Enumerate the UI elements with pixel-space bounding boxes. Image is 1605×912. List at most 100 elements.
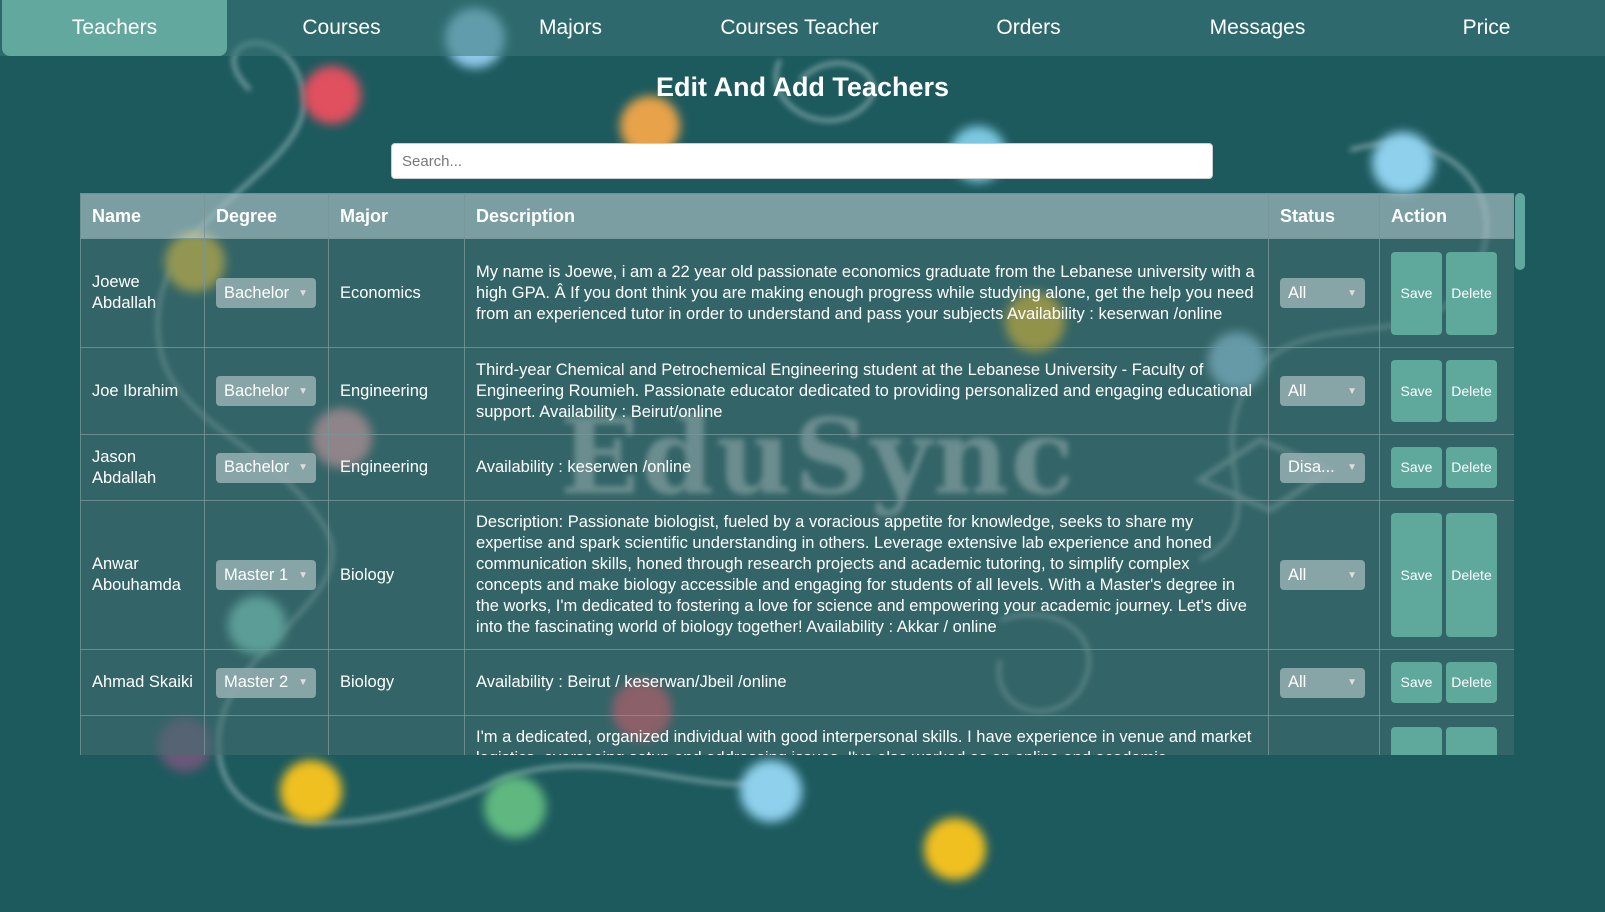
tab-courses[interactable]: Courses [227,0,456,56]
header-degree[interactable]: Degree [204,193,329,239]
save-button[interactable]: Save [1391,447,1442,488]
chevron-down-icon: ▼ [298,385,308,397]
chevron-down-icon: ▼ [298,569,308,581]
cell-name [80,715,205,755]
save-button[interactable] [1391,727,1442,755]
row-actions: Save Delete [1391,662,1503,703]
chevron-down-icon: ▼ [298,287,308,299]
row-actions: Save Delete [1391,251,1503,335]
cell-major: Biology [328,500,465,650]
cell-action: Save Delete [1379,238,1514,348]
status-value: All [1288,565,1307,584]
cell-name: Joewe Abdallah [80,238,205,348]
table-row: Jason Abdallah Bachelor ▼ Engineering Ava… [80,434,1514,501]
page-title: Edit And Add Teachers [655,72,950,102]
cell-description: Third-year Chemical and Petrochemical En… [464,347,1269,435]
tab-messages[interactable]: Messages [1143,0,1372,56]
cell-description: Availability : keserwen /online [464,434,1269,501]
delete-button[interactable]: Delete [1446,513,1497,637]
delete-button[interactable]: Delete [1446,662,1497,703]
tab-orders[interactable]: Orders [914,0,1143,56]
chevron-down-icon: ▼ [298,677,308,688]
save-button[interactable]: Save [1391,251,1442,335]
degree-select[interactable]: Bachelor ▼ [216,278,316,308]
delete-button[interactable]: Delete [1446,251,1497,335]
teachers-table-container: Name Degree Major Description Status Act… [80,193,1514,755]
header-name[interactable]: Name [80,193,205,239]
cell-major: Economics [328,238,465,348]
status-value: All [1288,283,1307,302]
delete-button[interactable]: Delete [1446,447,1497,488]
table-row: Anwar Abouhamda Master 1 ▼ Biology Descri… [80,500,1514,650]
delete-button[interactable] [1446,727,1497,755]
cell-action: Save Delete [1379,500,1514,650]
cell-status: All ▼ [1268,500,1380,650]
header-action: Action [1379,193,1514,239]
header-status[interactable]: Status [1268,193,1380,239]
save-button[interactable]: Save [1391,360,1442,422]
cell-description: My name is Joewe, i am a 22 year old pas… [464,238,1269,348]
cell-description: I'm a dedicated, organized individual wi… [464,715,1269,755]
table-scrollbar[interactable] [1515,193,1525,270]
cell-description: Description: Passionate biologist, fuele… [464,500,1269,650]
save-button[interactable]: Save [1391,662,1442,703]
table-row: Ahmad Skaiki Master 2 ▼ Biology Availabil… [80,649,1514,716]
cell-status: All ▼ [1268,238,1380,348]
tab-courses-teacher[interactable]: Courses Teacher [685,0,914,56]
search-input[interactable] [391,143,1213,179]
status-select[interactable]: All ▼ [1280,278,1365,308]
bg-bubble-lightblue [1372,132,1434,194]
chevron-down-icon: ▼ [1347,287,1357,299]
status-value: All [1288,673,1307,691]
cell-name: Anwar Abouhamda [80,500,205,650]
cell-degree: Bachelor ▼ [204,347,329,435]
cell-action: Save Delete [1379,649,1514,716]
degree-select[interactable]: Master 2 ▼ [216,667,316,698]
status-value: All [1288,381,1307,400]
row-actions: Save Delete [1391,360,1503,422]
status-select[interactable]: All ▼ [1280,560,1365,590]
bg-bubble-green [484,776,546,838]
cell-degree: Master 2 ▼ [204,649,329,716]
table-header-row: Name Degree Major Description Status Act… [80,193,1514,239]
degree-value: Bachelor [224,458,290,476]
cell-status: All ▼ [1268,347,1380,435]
degree-select[interactable]: Bachelor ▼ [216,376,316,406]
degree-value: Master 1 [224,565,289,584]
cell-major: Engineering [328,347,465,435]
degree-select[interactable]: Bachelor ▼ [216,452,316,483]
cell-action: Save Delete [1379,434,1514,501]
row-actions: Save Delete [1391,513,1503,637]
degree-value: Bachelor [224,283,290,302]
chevron-down-icon: ▼ [1347,569,1357,581]
cell-description: Availability : Beirut / keserwan/Jbeil /… [464,649,1269,716]
tab-price[interactable]: Price [1372,0,1601,56]
degree-value: Bachelor [224,381,290,400]
degree-select[interactable]: Master 1 ▼ [216,560,316,590]
tab-majors[interactable]: Majors [456,0,685,56]
cell-degree: Master 1 ▼ [204,500,329,650]
cell-status: Disa... ▼ [1268,434,1380,501]
teachers-table: Name Degree Major Description Status Act… [80,193,1514,755]
top-nav: Teachers Courses Majors Courses Teacher … [0,0,1605,56]
cell-major: Biology [328,649,465,716]
bg-bubble-blue2 [740,760,802,822]
chevron-down-icon: ▼ [1347,385,1357,397]
cell-name: Ahmad Skaiki [80,649,205,716]
header-major[interactable]: Major [328,193,465,239]
status-select[interactable]: All ▼ [1280,376,1365,406]
status-select[interactable]: All ▼ [1280,667,1365,698]
cell-action: Save Delete [1379,347,1514,435]
delete-button[interactable]: Delete [1446,360,1497,422]
cell-major: Engineering [328,434,465,501]
degree-value: Master 2 [224,673,289,691]
cell-status [1268,715,1380,755]
status-value: Disa... [1288,458,1335,476]
save-button[interactable]: Save [1391,513,1442,637]
cell-major [328,715,465,755]
header-description[interactable]: Description [464,193,1269,239]
table-row: Joe Ibrahim Bachelor ▼ Engineering Third-… [80,347,1514,435]
tab-teachers[interactable]: Teachers [2,0,227,56]
status-select[interactable]: Disa... ▼ [1280,452,1365,483]
cell-name: Joe Ibrahim [80,347,205,435]
